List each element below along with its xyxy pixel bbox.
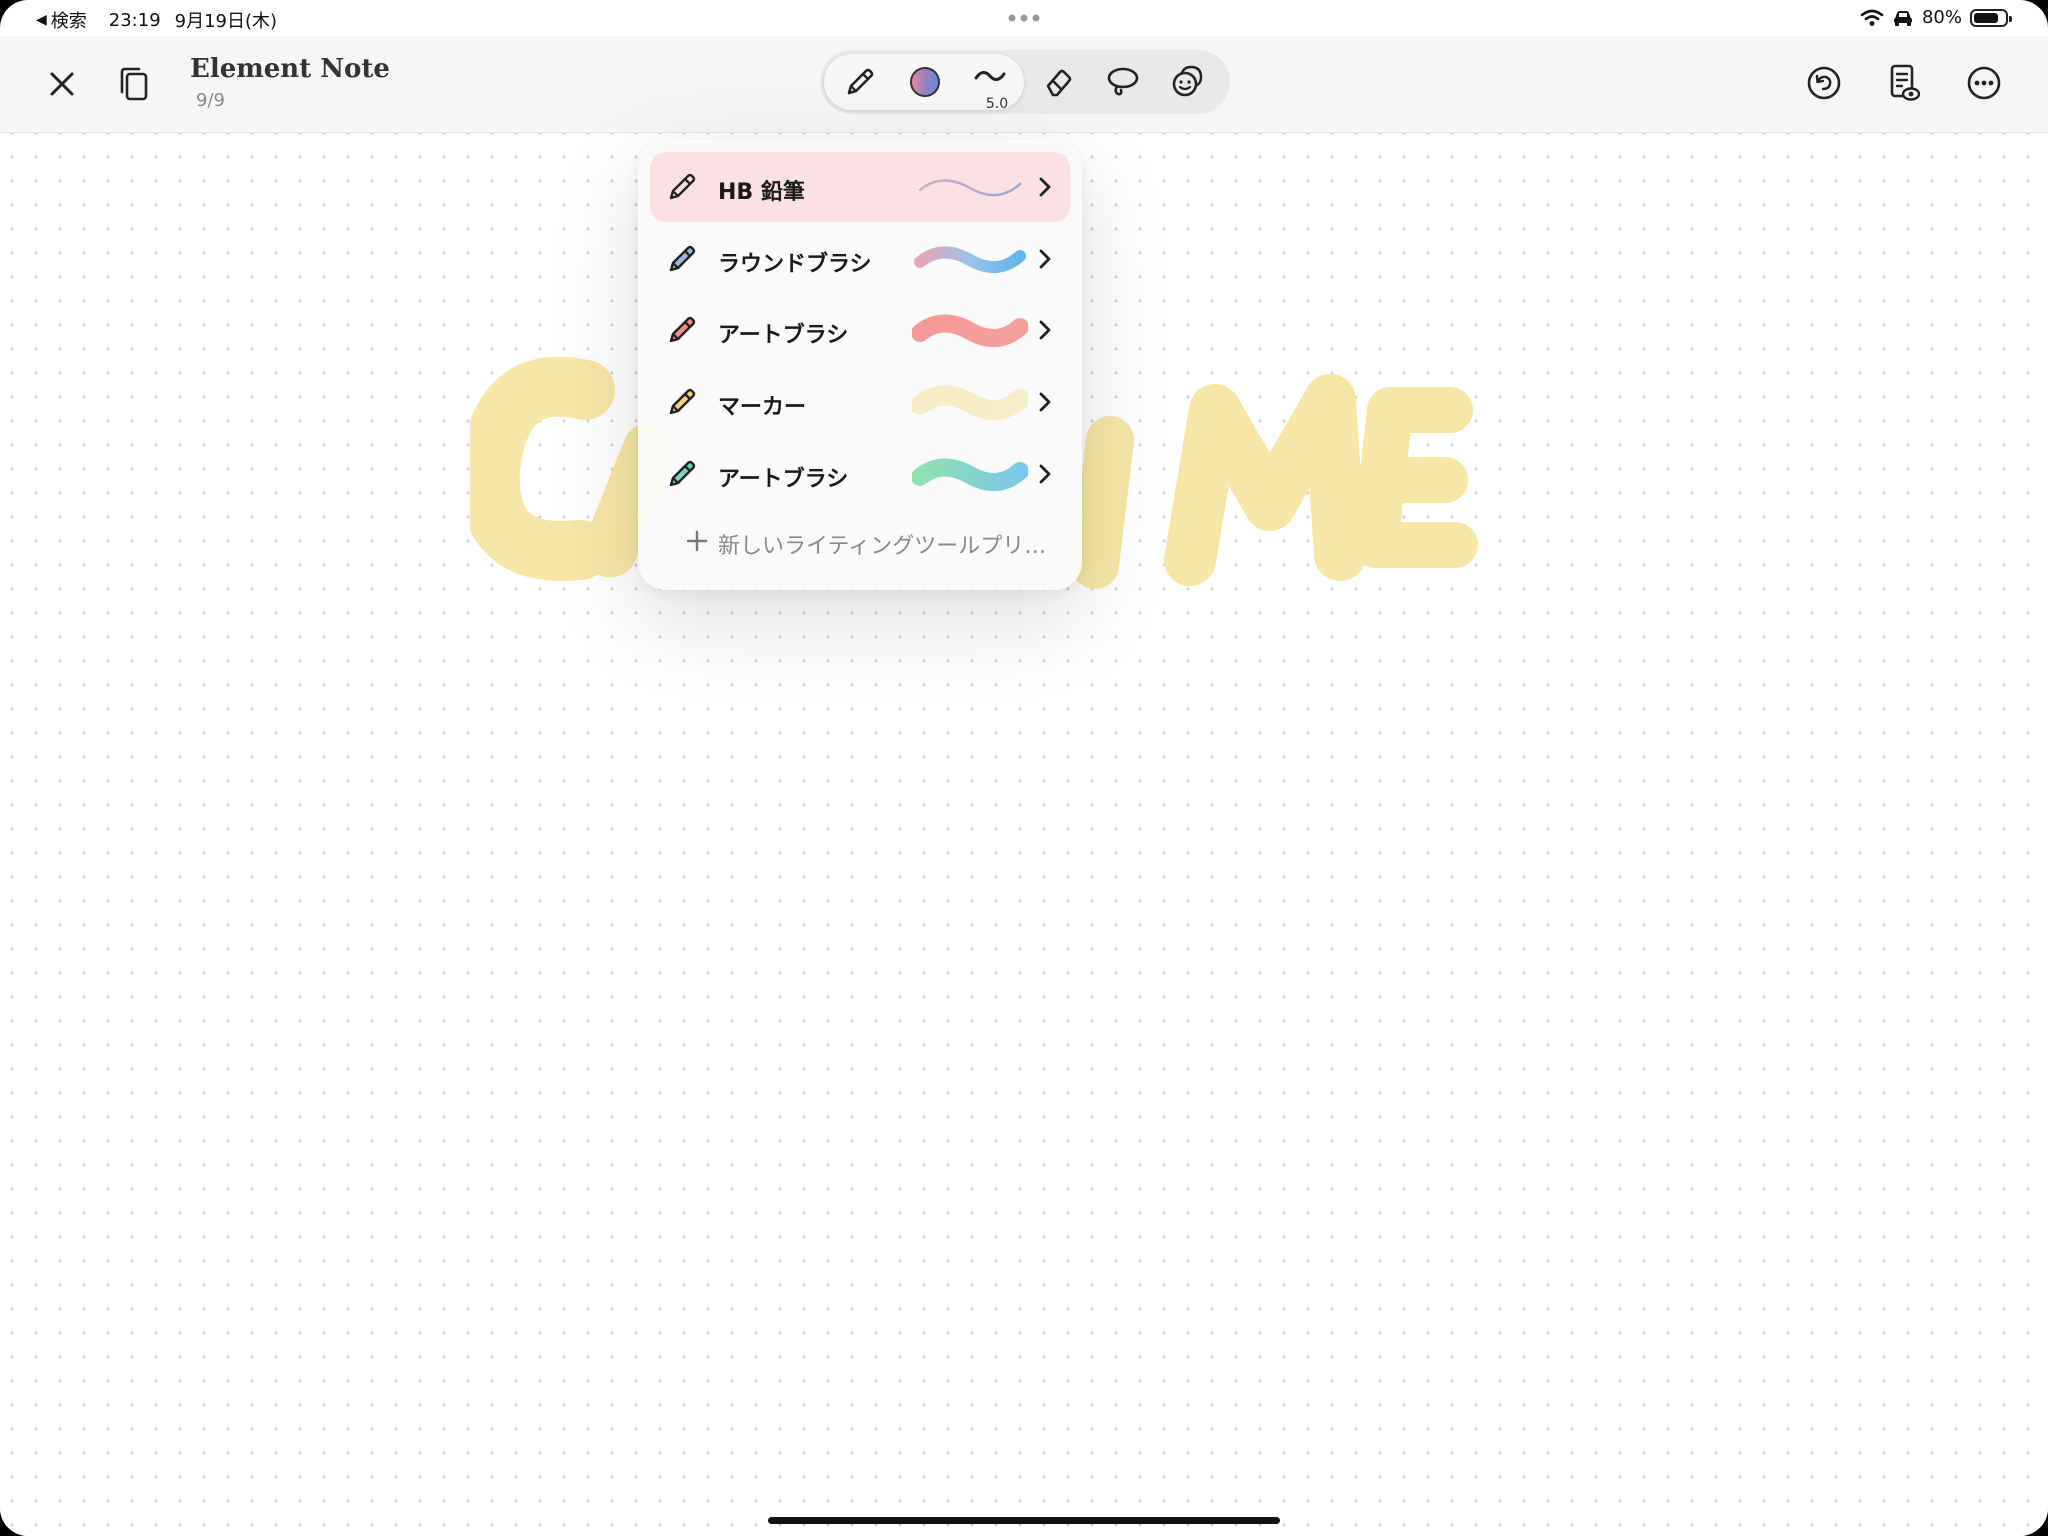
status-time: 23:19 — [108, 9, 161, 31]
tool-preset-label: マーカー — [718, 395, 807, 420]
battery-icon — [1970, 8, 2012, 27]
add-tool-preset-button[interactable]: 新しいライティングツールプリ… — [650, 506, 1070, 576]
more-circle-icon — [1967, 66, 2001, 100]
tool-preset-row[interactable]: ラウンドブラシ — [650, 224, 1070, 294]
pencil-icon — [847, 68, 874, 95]
chevron-right-icon — [1039, 320, 1051, 340]
stroke-preview — [918, 179, 1022, 197]
sticker-tool-button[interactable] — [1164, 58, 1212, 106]
ipad-screen: ◀ 検索 23:19 9月19日(木) 80% Element Note 9/9… — [0, 0, 2048, 1536]
tool-preset-row[interactable]: HB 鉛筆 — [650, 152, 1070, 222]
back-triangle-icon: ◀ — [36, 12, 47, 28]
color-picker-button[interactable] — [901, 58, 949, 106]
lasso-icon — [1107, 67, 1139, 96]
stroke-preview — [914, 246, 1026, 273]
undo-button[interactable] — [1800, 59, 1848, 107]
status-right: 80% — [1860, 7, 2012, 28]
battery-cap — [2009, 15, 2012, 22]
close-icon — [50, 72, 74, 96]
tool-preset-label: アートブラシ — [718, 467, 849, 492]
writing-tool-menu: HB 鉛筆 ラウンドブラシ アートブラシ マーカー アートブラシ 新しいライティングツー… — [638, 140, 1082, 590]
battery-percent: 80% — [1921, 7, 1962, 28]
undo-circle-icon — [1807, 66, 1841, 100]
multitasking-dots-icon[interactable] — [1006, 10, 1042, 26]
copy-pages-icon — [120, 67, 148, 101]
brush-tool-icon — [669, 460, 696, 487]
tool-preset-row[interactable]: マーカー — [650, 367, 1070, 437]
back-to-app-button[interactable]: ◀ 検索 — [36, 7, 87, 33]
stroke-preview — [912, 385, 1028, 420]
brush-tool-icon — [669, 245, 696, 272]
battery-fill — [1974, 12, 1998, 23]
more-options-button[interactable] — [1960, 59, 2008, 107]
page-overview-button[interactable] — [110, 60, 158, 108]
stroke-size-button[interactable] — [966, 52, 1014, 100]
chevron-right-icon — [1039, 249, 1051, 269]
pencil-tool-icon — [669, 173, 696, 200]
plus-icon — [686, 530, 708, 552]
stroke-preview — [912, 314, 1028, 347]
reading-mode-button[interactable] — [1880, 59, 1928, 107]
tool-preset-label: アートブラシ — [718, 323, 849, 348]
tool-preset-row[interactable]: アートブラシ — [650, 439, 1070, 509]
stroke-wave-icon — [974, 71, 1006, 81]
eraser-tool-button[interactable] — [1034, 58, 1082, 106]
tool-preset-label: ラウンドブラシ — [718, 252, 872, 277]
color-swatch-icon — [910, 67, 940, 97]
add-tool-preset-label: 新しいライティングツールプリ… — [718, 534, 1047, 559]
stroke-preview — [912, 458, 1028, 491]
chevron-right-icon — [1039, 392, 1051, 412]
title-block: Element Note 9/9 — [190, 54, 390, 111]
page-counter: 9/9 — [196, 90, 225, 111]
status-bar: ◀ 検索 23:19 9月19日(木) 80% — [0, 0, 2048, 36]
pen-tool-button[interactable] — [836, 58, 884, 106]
home-indicator[interactable] — [768, 1517, 1280, 1524]
tool-preset-row[interactable]: アートブラシ — [650, 295, 1070, 365]
brush-tool-icon — [669, 316, 696, 343]
marker-tool-icon — [669, 388, 696, 415]
status-date: 9月19日(木) — [174, 11, 278, 32]
wifi-icon — [1860, 9, 1884, 26]
document-eye-icon — [1890, 64, 1920, 101]
tool-preset-label: HB 鉛筆 — [718, 180, 805, 205]
chevron-right-icon — [1039, 464, 1051, 484]
back-label: 検索 — [50, 11, 87, 32]
status-left: ◀ 検索 23:19 9月19日(木) — [36, 7, 277, 33]
eraser-icon — [1046, 69, 1072, 97]
sticker-icon — [1172, 65, 1203, 97]
drawing-toolbar: 5.0 — [820, 50, 1230, 114]
car-icon — [1893, 10, 1912, 26]
stroke-size-label: 5.0 — [985, 96, 1009, 112]
chevron-right-icon — [1039, 177, 1051, 197]
close-button[interactable] — [38, 60, 86, 108]
note-header: Element Note 9/9 5.0 — [0, 36, 2048, 133]
lasso-tool-button[interactable] — [1099, 58, 1147, 106]
page-title[interactable]: Element Note — [190, 54, 390, 84]
